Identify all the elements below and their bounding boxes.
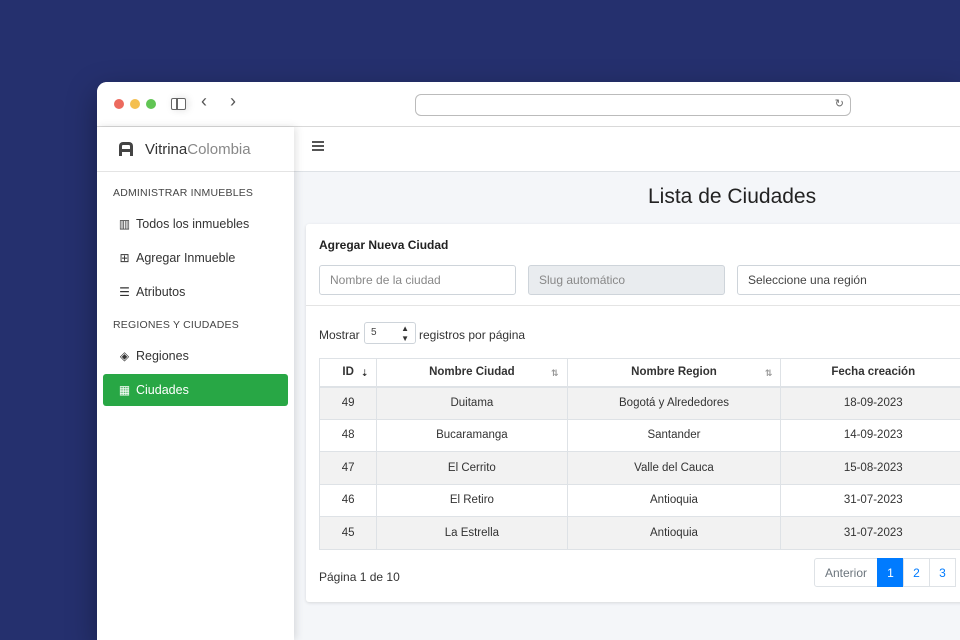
nav-header-inmuebles: ADMINISTRAR INMUEBLES: [113, 187, 254, 199]
city-icon: ▦: [118, 383, 131, 397]
city-name-input[interactable]: Nombre de la ciudad: [319, 265, 516, 295]
column-header-id[interactable]: ID ⇣: [318, 358, 378, 388]
back-arrow-icon[interactable]: ‹: [201, 92, 207, 110]
table-row[interactable]: 48 Bucaramanga Santander 14-09-2023: [318, 418, 960, 452]
cell-region: Santander: [566, 418, 782, 452]
sidebar-item-label: Agregar Inmueble: [136, 251, 236, 265]
sort-icon: ⇅: [550, 368, 559, 378]
select-arrows-icon: ▲ ▼: [401, 324, 409, 343]
sidebar-item-agregar-inmueble[interactable]: ⊞ Agregar Inmueble: [103, 242, 288, 274]
page-size-select[interactable]: 5 ▲ ▼: [364, 322, 416, 344]
sidebar-item-label: Ciudades: [136, 383, 189, 397]
pagination-info: Página 1 de 10: [319, 570, 400, 584]
pagination-page-2[interactable]: 2: [903, 558, 930, 587]
sort-icon: ⇅: [764, 368, 773, 378]
sidebar-toggle-icon[interactable]: [171, 98, 186, 110]
cell-id: 45: [318, 516, 378, 550]
cities-table: ID ⇣ Nombre Ciudad ⇅ Nombre Region ⇅ Fecha …: [318, 358, 960, 550]
column-header-fecha-creacion[interactable]: Fecha creación: [780, 358, 960, 388]
page-size-value: 5: [371, 327, 377, 338]
building-icon: ▥: [118, 217, 131, 231]
minimize-window-button[interactable]: [130, 99, 140, 109]
slug-input: Slug automático: [528, 265, 725, 295]
nav-header-regiones: REGIONES Y CIUDADES: [113, 319, 239, 331]
brand-name: VitrinaColombia: [145, 140, 251, 158]
table-header-row: ID ⇣ Nombre Ciudad ⇅ Nombre Region ⇅ Fecha …: [318, 358, 960, 388]
cell-id: 49: [318, 386, 378, 420]
close-window-button[interactable]: [114, 99, 124, 109]
table-row[interactable]: 45 La Estrella Antioquia 31-07-2023: [318, 516, 960, 550]
cell-city: El Retiro: [376, 483, 568, 517]
column-header-nombre-region[interactable]: Nombre Region ⇅: [566, 358, 782, 388]
table-row[interactable]: 47 El Cerrito Valle del Cauca 15-08-2023: [318, 451, 960, 485]
cell-city: Duitama: [376, 386, 568, 420]
table-row[interactable]: 49 Duitama Bogotá y Alrededores 18-09-20…: [318, 386, 960, 420]
browser-window: ‹ › ↻ VitrinaColombia ADMINISTRAR INMUEB…: [97, 82, 960, 640]
sidebar-item-label: Todos los inmuebles: [136, 217, 250, 231]
sidebar-item-label: Regiones: [136, 349, 189, 363]
top-navbar: [294, 127, 960, 172]
sidebar-item-ciudades[interactable]: ▦ Ciudades: [103, 374, 288, 406]
cell-date: 15-08-2023: [780, 451, 960, 485]
browser-toolbar: ‹ › ↻: [97, 82, 960, 127]
pagination-page-1[interactable]: 1: [877, 558, 904, 587]
reload-icon[interactable]: ↻: [835, 97, 844, 110]
cell-city: El Cerrito: [376, 451, 568, 485]
cell-id: 46: [318, 483, 378, 517]
sidebar-item-atributos[interactable]: ☰ Atributos: [103, 276, 288, 308]
show-label: Mostrar: [319, 328, 360, 342]
pagination: Anterior 1 2 3: [814, 558, 956, 587]
cell-region: Bogotá y Alrededores: [566, 386, 782, 420]
sidebar-item-regiones[interactable]: ◈ Regiones: [103, 340, 288, 372]
cell-date: 14-09-2023: [780, 418, 960, 452]
column-header-nombre-ciudad[interactable]: Nombre Ciudad ⇅: [376, 358, 568, 388]
sidebar-item-label: Atributos: [136, 285, 186, 299]
sort-desc-icon: ⇣: [360, 368, 369, 378]
table-row[interactable]: 46 El Retiro Antioquia 31-07-2023: [318, 483, 960, 517]
per-page-label: registros por página: [419, 328, 526, 342]
brand[interactable]: VitrinaColombia: [97, 127, 294, 172]
pagination-prev-button[interactable]: Anterior: [814, 558, 878, 587]
cell-region: Valle del Cauca: [566, 451, 782, 485]
list-check-icon: ☰: [119, 285, 130, 299]
cell-date: 31-07-2023: [780, 516, 960, 550]
cell-id: 47: [318, 451, 378, 485]
maximize-window-button[interactable]: [146, 99, 156, 109]
card-divider: [306, 305, 960, 306]
cell-date: 18-09-2023: [780, 386, 960, 420]
address-bar[interactable]: ↻: [415, 94, 851, 116]
sidebar: VitrinaColombia ADMINISTRAR INMUEBLES ▥ …: [97, 127, 294, 640]
cell-city: Bucaramanga: [376, 418, 568, 452]
cell-region: Antioquia: [566, 516, 782, 550]
forward-arrow-icon[interactable]: ›: [230, 92, 236, 110]
brand-logo-icon: [119, 142, 133, 156]
cell-id: 48: [318, 418, 378, 452]
hamburger-menu-icon[interactable]: [312, 141, 324, 151]
plus-square-icon: ⊞: [119, 251, 130, 265]
main-content: Lista de Ciudades Agregar Nueva Ciudad N…: [294, 127, 960, 640]
page-title: Lista de Ciudades: [648, 185, 817, 208]
map-regions-icon: ◈: [119, 349, 130, 363]
form-title: Agregar Nueva Ciudad: [319, 238, 449, 252]
cell-city: La Estrella: [376, 516, 568, 550]
region-select[interactable]: Seleccione una región: [737, 265, 960, 295]
cities-card: Agregar Nueva Ciudad Nombre de la ciudad…: [306, 224, 960, 602]
cell-date: 31-07-2023: [780, 483, 960, 517]
sidebar-item-todos-inmuebles[interactable]: ▥ Todos los inmuebles: [103, 208, 288, 240]
cell-region: Antioquia: [566, 483, 782, 517]
pagination-page-3[interactable]: 3: [929, 558, 956, 587]
